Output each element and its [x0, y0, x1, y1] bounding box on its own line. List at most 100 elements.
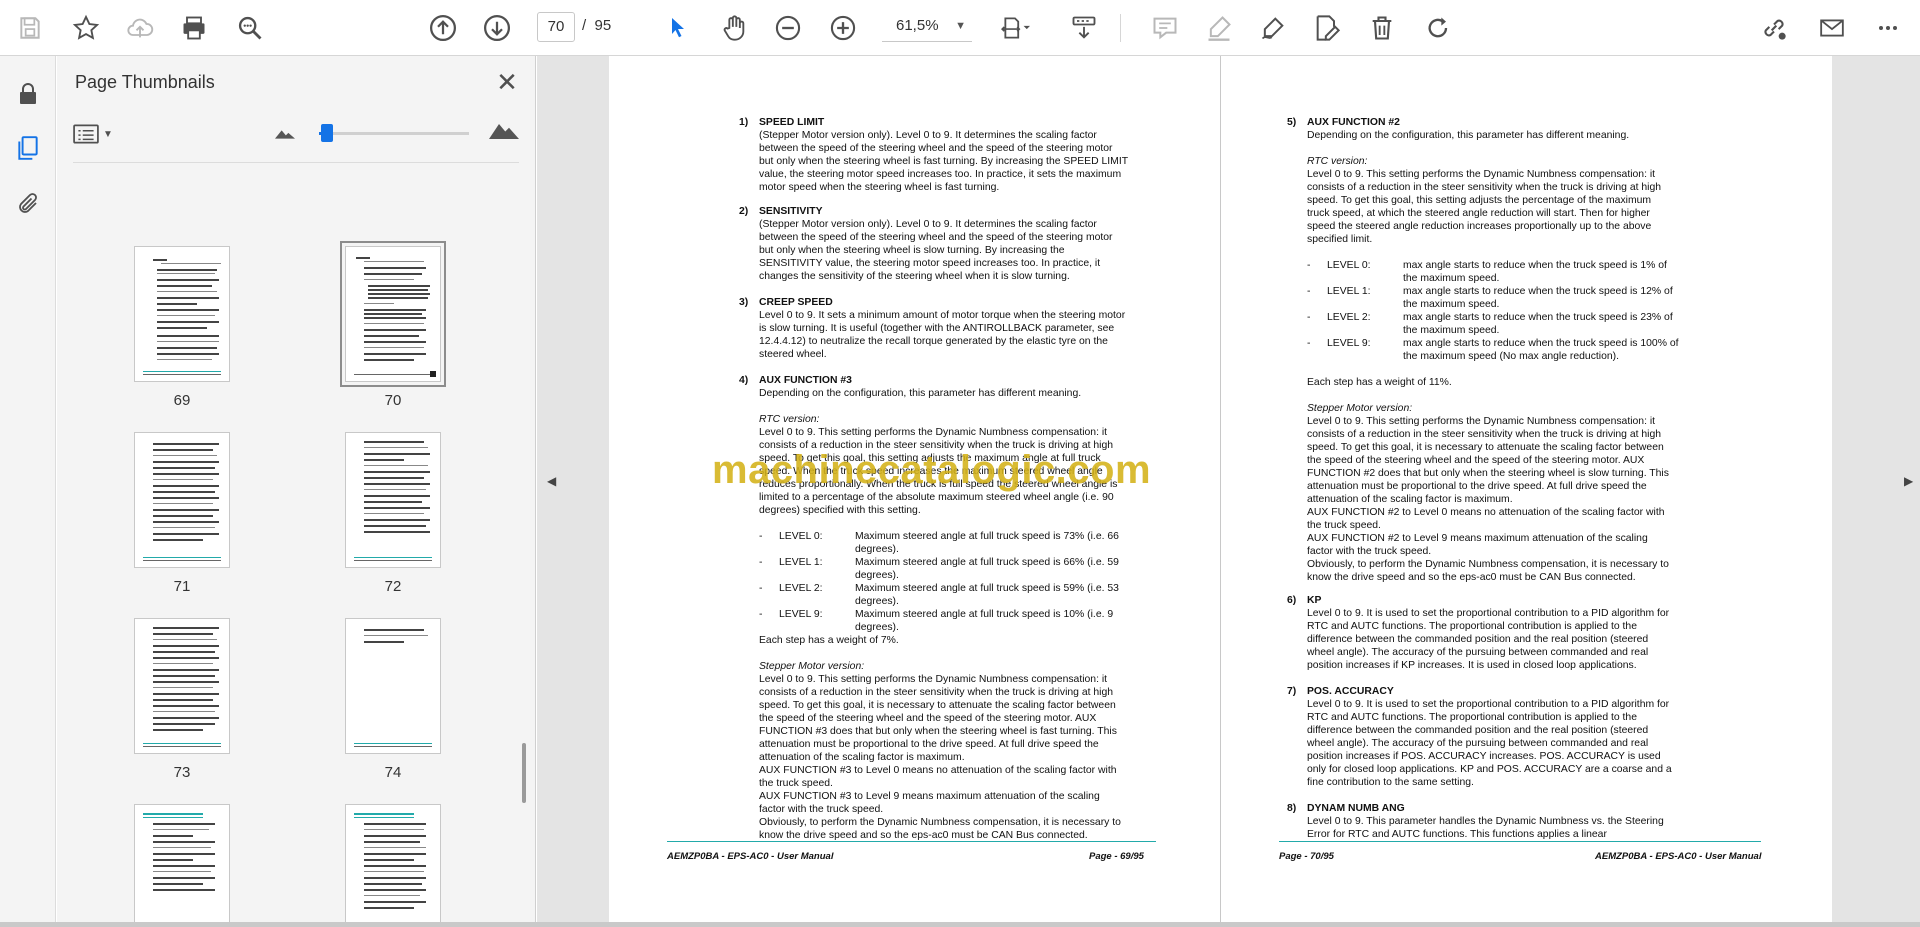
- document-page-70: 5) AUX FUNCTION #2 Depending on the conf…: [1221, 56, 1832, 922]
- page-thumbnail-69[interactable]: [134, 246, 230, 382]
- text-line: Level 0 to 9. It is used to set the prop…: [1307, 699, 1670, 710]
- text-line: SENSITIVITY value, the steering motor sp…: [759, 258, 1101, 269]
- small-thumbnail-icon[interactable]: [275, 124, 295, 145]
- cloud-upload-icon[interactable]: [120, 8, 160, 48]
- text-line: RTC and AUTC functions. The proportional…: [1307, 621, 1637, 632]
- page-thumbnail-76[interactable]: [345, 804, 441, 922]
- zoom-level-select[interactable]: 61,5% ▼: [882, 12, 972, 42]
- lock-icon[interactable]: [10, 76, 46, 112]
- thumbnail-label: 74: [384, 764, 402, 781]
- print-icon[interactable]: [174, 8, 214, 48]
- text-line: between the speed of the steering wheel …: [759, 232, 1113, 243]
- page-thumbnails-icon[interactable]: [10, 130, 46, 166]
- slider-handle[interactable]: [321, 124, 333, 142]
- page-thumbnail-71[interactable]: [134, 432, 230, 568]
- sign-icon[interactable]: [1253, 8, 1293, 48]
- text-line: truck speed, at which the steered angle …: [1307, 208, 1650, 219]
- text-line: difference between the commanded positio…: [1307, 725, 1649, 736]
- text-line: factor with the truck speed.: [759, 804, 884, 815]
- section-heading: SPEED LIMIT: [759, 117, 825, 128]
- section-heading: CREEP SPEED: [759, 297, 833, 308]
- section-heading: AUX FUNCTION #3: [759, 375, 852, 386]
- edit-pdf-icon[interactable]: [1307, 8, 1347, 48]
- chevron-down-icon: ▼: [103, 128, 113, 140]
- section-heading: DYNAM NUMB ANG: [1307, 803, 1405, 814]
- chevron-down-icon: ▼: [955, 20, 966, 32]
- text-line: Level 0 to 9. It is used to set the prop…: [1307, 608, 1670, 619]
- text-line: only for closed loop applications. KP an…: [1307, 764, 1672, 775]
- delete-trash-icon[interactable]: [1362, 8, 1402, 48]
- thumbnail-size-slider[interactable]: [319, 124, 469, 142]
- text-line: changes the sensitivity of the steering …: [759, 271, 1070, 282]
- text-line: specified limit.: [1307, 234, 1373, 245]
- text-line: speed. To get this goal, it is necessary…: [759, 700, 1116, 711]
- text-line: degrees) specified with this setting.: [759, 505, 921, 516]
- close-icon[interactable]: ✕: [489, 64, 525, 100]
- thumbnail-options-button[interactable]: ▼: [73, 120, 121, 148]
- text-line: but only when the steering wheel is fast…: [759, 156, 1129, 167]
- hand-tool-icon[interactable]: [714, 8, 754, 48]
- page-thumbnail-74[interactable]: [345, 618, 441, 754]
- page-thumbnail-70[interactable]: [340, 241, 446, 387]
- page-thumbnail-72[interactable]: [345, 432, 441, 568]
- text-line: AUX FUNCTION #2 to Level 9 means maximum…: [1307, 533, 1648, 544]
- panel-scrollbar[interactable]: [519, 171, 531, 916]
- next-page-arrow-icon[interactable]: ▶: [1904, 474, 1913, 488]
- scrollbar-thumb[interactable]: [522, 743, 526, 803]
- share-link-icon[interactable]: [1754, 8, 1794, 48]
- page-count: / 95: [582, 17, 612, 34]
- section-dynam-numb-ang: 8) DYNAM NUMB ANG Level 0 to 9. This par…: [1287, 802, 1727, 841]
- more-options-icon[interactable]: [1868, 8, 1908, 48]
- find-zoom-icon[interactable]: [230, 8, 270, 48]
- section-number: 2): [739, 206, 749, 217]
- thumbnail-label: 72: [384, 578, 402, 595]
- bookmark-star-icon[interactable]: [66, 8, 106, 48]
- zoom-out-icon[interactable]: [768, 8, 808, 48]
- previous-page-arrow-icon[interactable]: ◀: [547, 474, 556, 488]
- comment-icon[interactable]: [1145, 8, 1185, 48]
- text-line: Obviously, to perform the Dynamic Numbne…: [1307, 559, 1669, 570]
- level-row: - LEVEL 0: Maximum steered angle at full t…: [759, 531, 1119, 542]
- page-fit-icon[interactable]: [995, 8, 1035, 48]
- text-line: FUNCTION #3 does that but only when the …: [759, 726, 1117, 737]
- section-heading: POS. ACCURACY: [1307, 686, 1394, 697]
- save-icon[interactable]: [10, 8, 50, 48]
- page-thumbnail-73[interactable]: [134, 618, 230, 754]
- section-pos-accuracy: 7) POS. ACCURACY Level 0 to 9. It is use…: [1287, 685, 1727, 789]
- redo-icon[interactable]: [1419, 8, 1459, 48]
- select-cursor-icon[interactable]: [658, 8, 698, 48]
- text-line: Level 0 to 9. This parameter handles the…: [1307, 816, 1664, 827]
- level-row-cont: degrees).: [855, 596, 899, 607]
- attachment-icon[interactable]: [10, 186, 46, 222]
- level-row: - LEVEL 2: Maximum steered angle at full t…: [759, 583, 1119, 594]
- list-options-icon: [73, 124, 99, 144]
- scroll-mode-icon[interactable]: [1064, 8, 1104, 48]
- previous-page-icon[interactable]: [423, 8, 463, 48]
- zoom-in-icon[interactable]: [823, 8, 863, 48]
- level-row-cont: degrees).: [855, 544, 899, 555]
- text-line: RTC and AUTC functions. The proportional…: [1307, 712, 1637, 723]
- text-line: speed. To get this goal, this setting ad…: [1307, 195, 1652, 206]
- thumbnail-label: 70: [384, 392, 402, 409]
- email-icon[interactable]: [1812, 8, 1852, 48]
- text-line: (Stepper Motor version only). Level 0 to…: [759, 130, 1097, 141]
- level-row: - LEVEL 1: Maximum steered angle at full t…: [759, 557, 1119, 568]
- document-scrollbar[interactable]: [1908, 56, 1920, 922]
- subheading: RTC version:: [759, 414, 820, 425]
- footer-left: Page - 70/95: [1279, 851, 1334, 862]
- large-thumbnail-icon[interactable]: [489, 118, 519, 145]
- page-thumbnail-75[interactable]: [134, 804, 230, 922]
- text-line: Level 0 to 9. This setting performs the …: [1307, 416, 1656, 427]
- text-line: Obviously, to perform the Dynamic Numbne…: [759, 817, 1121, 828]
- footer-rule: [667, 841, 1156, 842]
- page-number-input[interactable]: 70: [537, 12, 575, 42]
- text-line: (Stepper Motor version only). Level 0 to…: [759, 219, 1097, 230]
- text-line: the truck speed.: [1307, 520, 1381, 531]
- section-heading: SENSITIVITY: [759, 206, 823, 217]
- text-line: attenuation of the scaling factor is max…: [1307, 494, 1513, 505]
- text-line: speed. To get this goal, it is necessary…: [1307, 442, 1664, 453]
- level-row: - LEVEL 2: max angle starts to reduce when…: [1307, 312, 1673, 323]
- highlight-pen-icon[interactable]: [1199, 8, 1239, 48]
- next-page-icon[interactable]: [477, 8, 517, 48]
- text-line: Level 0 to 9. This setting performs the …: [759, 427, 1108, 438]
